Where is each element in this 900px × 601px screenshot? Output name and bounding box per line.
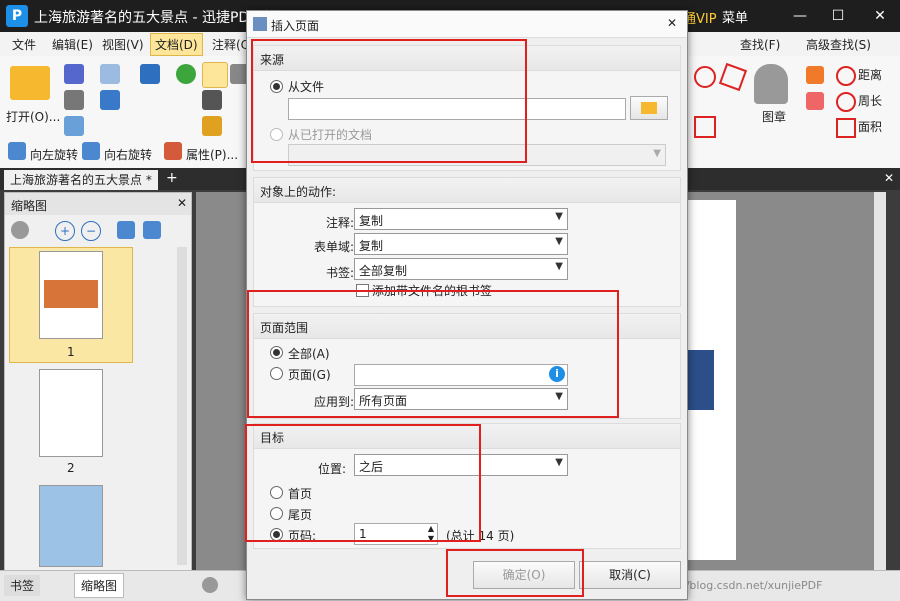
chevron-down-icon: ▼	[555, 457, 563, 468]
rotate-right-icon	[82, 142, 100, 160]
dialog-title-bar: 插入页面 ✕	[247, 11, 687, 38]
app-logo-icon: P	[6, 5, 28, 27]
thumbnail-scrollbar[interactable]	[177, 247, 187, 565]
chevron-down-icon: ▼	[555, 261, 563, 272]
properties-icon	[164, 142, 182, 160]
thumbnail-page-3[interactable]	[39, 485, 103, 567]
thumbnail-photo	[44, 280, 98, 308]
stamp-label[interactable]: 图章	[762, 108, 786, 125]
actions-header-label: 对象上的动作:	[260, 185, 337, 199]
perimeter-icon	[836, 92, 856, 112]
source-highlight-box	[251, 39, 527, 163]
annotations-select[interactable]: 复制 ▼	[354, 208, 568, 230]
bookmarks-value: 全部复制	[359, 264, 408, 278]
print-icon[interactable]	[64, 90, 84, 110]
hand-tool-icon[interactable]	[202, 62, 228, 88]
actions-group: 对象上的动作: 注释: 复制 ▼ 表单域: 复制 ▼ 书签: 全部复制 ▼ 添加带文件…	[253, 177, 681, 307]
main-menu-button[interactable]: 菜单	[722, 7, 748, 26]
chevron-down-icon: ▼	[653, 148, 661, 159]
thumbnail-panel-close[interactable]: ✕	[177, 196, 187, 210]
rotate-right-button[interactable]: 向右旋转	[104, 146, 152, 163]
perimeter-button[interactable]: 周长	[858, 92, 882, 109]
menu-document[interactable]: 文档(D)	[150, 33, 203, 56]
properties-button[interactable]: 属性(P)...	[186, 146, 238, 163]
menu-edit[interactable]: 编辑(E)	[52, 36, 93, 53]
stamp-icon[interactable]	[754, 64, 788, 104]
select-text-icon[interactable]	[202, 90, 222, 110]
folder-icon	[641, 102, 657, 114]
dialog-icon	[253, 17, 267, 31]
close-tab-button[interactable]: ✕	[884, 171, 894, 185]
highlighter-icon[interactable]	[806, 66, 824, 84]
thumbnail-panel: 缩略图 ✕ + − 1 2	[4, 192, 192, 572]
new-tab-button[interactable]: +	[166, 170, 178, 186]
target-highlight-box	[245, 424, 481, 542]
thumbnail-page-1	[39, 251, 103, 339]
settings-gear-icon[interactable]	[202, 577, 218, 593]
dialog-close-button[interactable]: ✕	[667, 16, 677, 30]
formfields-select[interactable]: 复制 ▼	[354, 233, 568, 255]
actions-group-header: 对象上的动作:	[254, 178, 680, 203]
open-button[interactable]: 打开(O)...	[6, 108, 60, 125]
thumbnail-panel-header: 缩略图 ✕	[5, 193, 191, 215]
menu-file[interactable]: 文件	[12, 36, 36, 53]
ok-highlight-box	[446, 549, 584, 597]
ellipse-tool-icon[interactable]	[694, 66, 716, 88]
document-icon[interactable]	[64, 116, 84, 136]
window-close-button[interactable]: ✕	[870, 6, 890, 26]
rotate-left-icon	[8, 142, 26, 160]
document-tab[interactable]: 上海旅游著名的五大景点 *	[4, 170, 158, 190]
thumbnail-panel-title: 缩略图	[11, 199, 48, 213]
polygon-tool-icon[interactable]	[718, 62, 748, 92]
rotate-left-button[interactable]: 向左旋转	[30, 146, 78, 163]
chevron-down-icon: ▼	[555, 211, 563, 222]
formfields-value: 复制	[359, 239, 384, 253]
minimize-button[interactable]: —	[790, 6, 810, 26]
browse-button[interactable]	[630, 96, 668, 120]
undo-icon[interactable]	[140, 64, 160, 84]
eraser-icon[interactable]	[806, 92, 824, 110]
open-folder-icon[interactable]	[10, 66, 50, 100]
distance-icon	[836, 66, 856, 86]
cancel-button[interactable]: 取消(C)	[579, 561, 681, 589]
thumb-rotate-left-icon[interactable]	[117, 221, 135, 239]
back-icon[interactable]	[176, 64, 196, 84]
cloud-icon[interactable]	[100, 90, 120, 110]
area-button[interactable]: 面积	[858, 118, 882, 135]
rectangle-tool-icon[interactable]	[694, 116, 716, 138]
thumbnail-1-label: 1	[67, 345, 75, 359]
zoom-out-icon[interactable]: −	[81, 221, 101, 241]
zoom-in-icon[interactable]: +	[55, 221, 75, 241]
thumbnails-tab[interactable]: 缩略图	[74, 573, 125, 598]
area-icon	[836, 118, 856, 138]
crop-icon[interactable]	[202, 116, 222, 136]
find-button[interactable]: 查找(F)	[740, 36, 780, 53]
advanced-find-button[interactable]: 高级查找(S)	[806, 36, 871, 53]
email-icon[interactable]	[100, 64, 120, 84]
page-range-highlight-box	[247, 290, 619, 418]
bookmarks-tab[interactable]: 书签	[4, 575, 41, 596]
bookmarks-label: 书签:	[326, 266, 355, 280]
maximize-button[interactable]: ☐	[828, 6, 848, 26]
gear-icon[interactable]	[11, 221, 29, 239]
thumbnail-page-2[interactable]	[39, 369, 103, 457]
bookmarks-select[interactable]: 全部复制 ▼	[354, 258, 568, 280]
menu-view[interactable]: 视图(V)	[102, 36, 144, 53]
annotations-label: 注释:	[326, 216, 355, 230]
distance-button[interactable]: 距离	[858, 66, 882, 83]
dialog-title: 插入页面	[271, 19, 320, 33]
thumbnail-2-label: 2	[67, 461, 75, 475]
save-icon[interactable]	[64, 64, 84, 84]
formfields-label: 表单域:	[314, 240, 355, 254]
chevron-down-icon: ▼	[555, 236, 563, 247]
document-scrollbar[interactable]	[874, 192, 886, 570]
annotations-value: 复制	[359, 214, 384, 228]
thumb-rotate-right-icon[interactable]	[143, 221, 161, 239]
